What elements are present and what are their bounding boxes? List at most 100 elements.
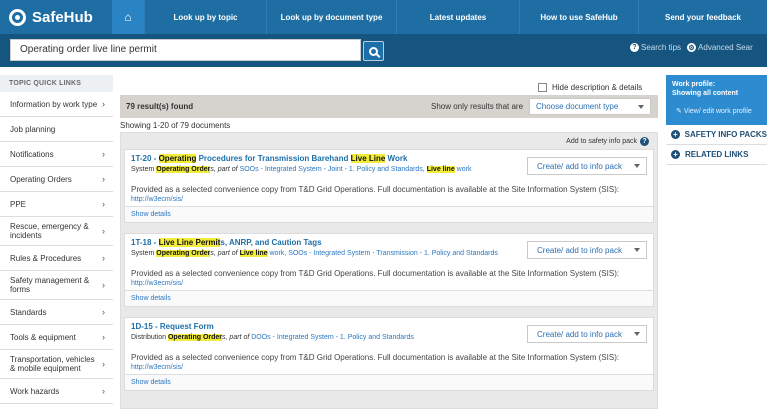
create-info-pack-select[interactable]: Create/ add to info pack [527, 241, 647, 259]
sidebar-item-label: Job planning [10, 124, 56, 134]
sidebar-item[interactable]: Transportation, vehicles & mobile equipm… [0, 350, 113, 379]
sidebar-item-label: Notifications [10, 149, 54, 159]
sidebar-item-label: PPE [10, 199, 27, 209]
show-details-link[interactable]: Show details [125, 290, 653, 306]
top-nav-bar: SafeHub ⌂ Look up by topic Look up by do… [0, 0, 767, 34]
sidebar-item[interactable]: Rescue, emergency & incidents › [0, 217, 113, 246]
result-description: Provided as a selected convenience copy … [131, 353, 620, 362]
result-code: 1T-20 - [131, 154, 159, 163]
search-bar: Operating order live line permit ? Searc… [0, 34, 767, 67]
caret-down-icon [634, 332, 640, 336]
plus-icon: + [671, 130, 680, 139]
related-links-label: RELATED LINKS [685, 150, 749, 159]
work-profile-panel: Work profile: Showing all content ✎ View… [666, 75, 767, 125]
create-info-pack-select[interactable]: Create/ add to info pack [527, 325, 647, 343]
document-type-select[interactable]: Choose document type [529, 98, 651, 115]
highlight: Live line [239, 250, 268, 257]
chevron-right-icon: › [102, 386, 105, 396]
subtitle-text: s, part of [210, 166, 240, 173]
title-text: Work [385, 154, 408, 163]
result-code: 1T-18 - [131, 238, 159, 247]
subtitle-text: System [131, 166, 157, 173]
category-link[interactable]: work [455, 166, 472, 173]
nav-send-feedback[interactable]: Send your feedback [638, 0, 767, 34]
result-description: Provided as a selected convenience copy … [131, 269, 620, 278]
sidebar-heading: TOPIC QUICK LINKS [0, 75, 113, 92]
hide-description-label: Hide description & details [552, 83, 643, 92]
hide-description-toggle[interactable]: Hide description & details [538, 83, 642, 92]
result-description: Provided as a selected convenience copy … [131, 185, 620, 194]
sidebar-item-label: Standards [10, 307, 47, 317]
sidebar-item-label: Rules & Procedures [10, 253, 82, 263]
nav-latest-updates[interactable]: Latest updates [396, 0, 519, 34]
sidebar-item-label: Operating Orders [10, 174, 72, 184]
highlight: Operating Order [167, 334, 223, 341]
sidebar-item[interactable]: Tools & equipment › [0, 325, 113, 350]
edit-work-profile-label: View/ edit work profile [683, 108, 752, 115]
related-links-link[interactable]: + RELATED LINKS [666, 145, 767, 165]
nav-look-up-by-topic[interactable]: Look up by topic [144, 0, 266, 34]
result-card: 1T-20 - Operating Procedures for Transmi… [124, 149, 654, 223]
sidebar-item[interactable]: Operating Orders › [0, 167, 113, 192]
home-icon: ⌂ [124, 10, 132, 24]
search-button[interactable] [363, 41, 384, 61]
result-url[interactable]: http://w3ecm/sis/ [131, 364, 647, 371]
sidebar-item[interactable]: Safety management & forms › [0, 271, 113, 300]
search-links: ? Search tips ⚙ Advanced Sear [630, 43, 753, 52]
highlight: Live Line Permit [158, 238, 221, 247]
caret-down-icon [634, 248, 640, 252]
search-tips-link[interactable]: Search tips [641, 43, 681, 52]
safehub-app: SafeHub ⌂ Look up by topic Look up by do… [0, 0, 767, 409]
highlight: Live Line [350, 154, 386, 163]
show-details-link[interactable]: Show details [125, 374, 653, 390]
sidebar-item[interactable]: Work hazards › [0, 379, 113, 404]
category-link[interactable]: work, SOOs - Integrated System - Transmi… [268, 250, 498, 257]
search-icon [369, 46, 378, 56]
safehub-logo[interactable]: SafeHub [0, 0, 112, 34]
sidebar-item-label: Work hazards [10, 386, 60, 396]
edit-work-profile-link[interactable]: ✎ View/ edit work profile [676, 107, 752, 116]
sidebar-item[interactable]: PPE › [0, 192, 113, 217]
chevron-right-icon: › [102, 332, 105, 342]
search-input[interactable]: Operating order live line permit [10, 39, 361, 61]
plus-icon: + [671, 150, 680, 159]
title-text: Procedures for Transmission Barehand [196, 154, 351, 163]
sidebar-item-label: Safety management & forms [10, 276, 90, 294]
chevron-right-icon: › [102, 280, 105, 290]
sidebar-item[interactable]: Standards › [0, 300, 113, 325]
safety-info-packs-link[interactable]: + SAFETY INFO PACKS [666, 125, 767, 145]
subtitle-text: System [131, 250, 157, 257]
sidebar-item[interactable]: Job planning [0, 117, 113, 142]
subtitle-text: s, part of [222, 334, 252, 341]
category-link[interactable]: DOOs - Integrated System - 1. Policy and… [251, 334, 414, 341]
hide-description-checkbox[interactable] [538, 83, 547, 92]
nav-how-to-use[interactable]: How to use SafeHub [519, 0, 638, 34]
show-details-link[interactable]: Show details [125, 206, 653, 222]
results-bar: 79 result(s) found Show only results tha… [120, 95, 658, 118]
sidebar-item[interactable]: Notifications › [0, 142, 113, 167]
highlight: Operating Order [156, 250, 211, 257]
safety-info-packs-label: SAFETY INFO PACKS [684, 130, 767, 139]
caret-down-icon [638, 105, 644, 109]
home-button[interactable]: ⌂ [112, 0, 144, 34]
work-profile-subtitle: Showing all content [672, 90, 739, 97]
nav-look-up-by-document-type[interactable]: Look up by document type [266, 0, 396, 34]
sidebar-item[interactable]: Information by work type › [0, 92, 113, 117]
highlight: Operating [158, 154, 197, 163]
result-url[interactable]: http://w3ecm/sis/ [131, 196, 647, 203]
pagination-summary: Showing 1-20 of 79 documents [120, 121, 231, 130]
chevron-right-icon: › [102, 226, 105, 236]
add-to-safety-pack-label: Add to safety info pack [566, 138, 637, 145]
highlight: Operating Order [156, 166, 211, 173]
result-url[interactable]: http://w3ecm/sis/ [131, 280, 647, 287]
category-link[interactable]: SOOs - Integrated System - Joint - 1. Po… [240, 166, 427, 173]
sidebar-item-label: Transportation, vehicles & mobile equipm… [10, 355, 95, 373]
help-icon[interactable]: ? [640, 137, 649, 146]
chevron-right-icon: › [102, 199, 105, 209]
sidebar-item[interactable]: Rules & Procedures › [0, 246, 113, 271]
advanced-search-link[interactable]: Advanced Sear [698, 43, 753, 52]
chevron-right-icon: › [102, 253, 105, 263]
result-card: 1T-18 - Live Line Permits, ANRP, and Cau… [124, 233, 654, 307]
highlight: Live line [426, 166, 455, 173]
create-info-pack-select[interactable]: Create/ add to info pack [527, 157, 647, 175]
